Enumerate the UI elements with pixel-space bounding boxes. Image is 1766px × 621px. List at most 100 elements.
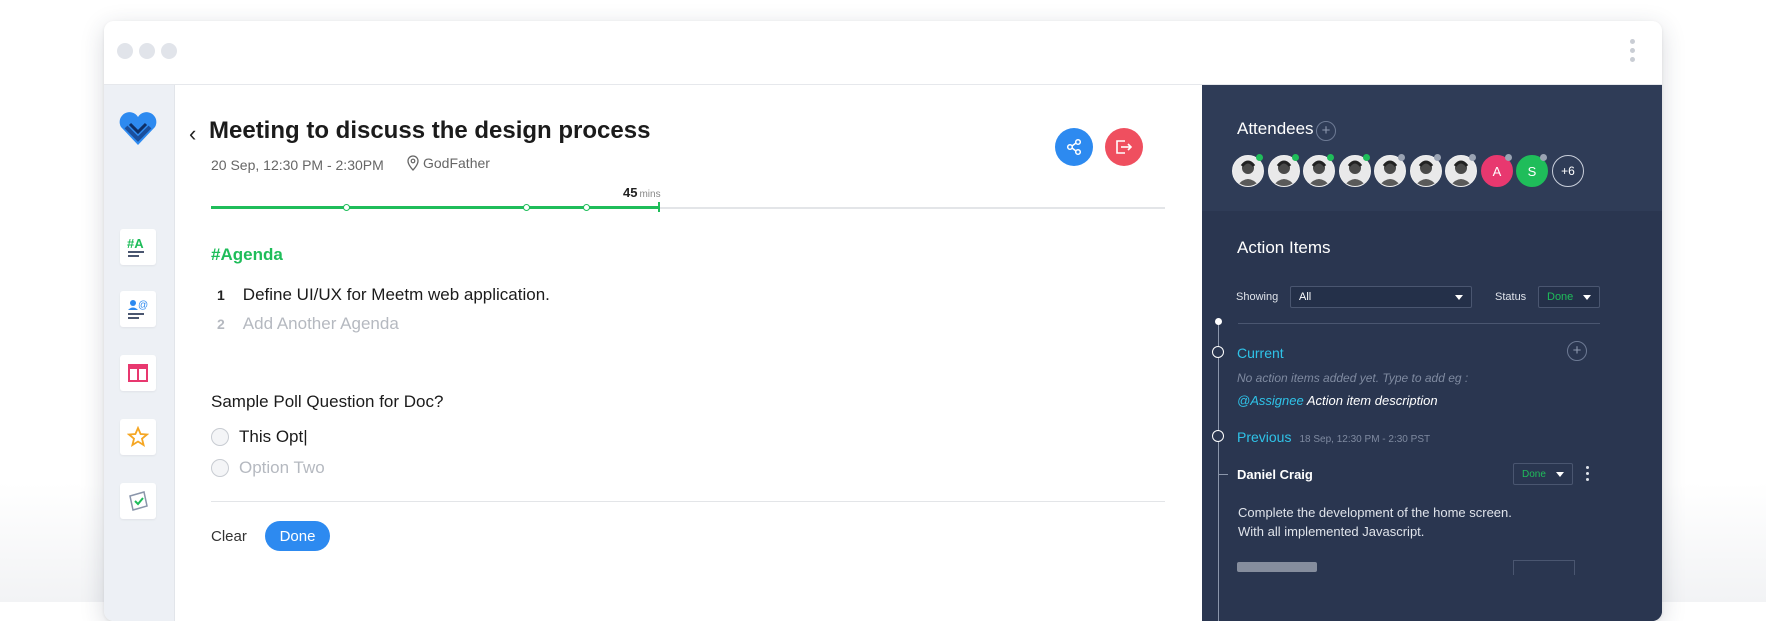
- previous-date: 18 Sep, 12:30 PM - 2:30 PST: [1299, 434, 1431, 445]
- back-chevron-icon[interactable]: ‹: [189, 121, 196, 147]
- attendee-status-dot: [1540, 154, 1547, 161]
- svg-text:@: @: [138, 300, 148, 311]
- attendee-status-dot: [1398, 154, 1405, 161]
- poll-option-one-text[interactable]: This Opt|: [239, 427, 308, 447]
- agenda-item[interactable]: 1 Define UI/UX for Meetm web application…: [217, 285, 550, 305]
- app-logo-icon: [118, 111, 158, 152]
- timeline-node-current: [1212, 346, 1224, 358]
- status-label: Status: [1495, 291, 1527, 303]
- showing-label: Showing: [1236, 291, 1279, 303]
- elapsed-minutes-value: 45: [623, 185, 638, 200]
- meeting-title: Meeting to discuss the design process: [209, 117, 651, 144]
- poll-divider: [211, 501, 1165, 502]
- progress-handle[interactable]: [658, 202, 660, 212]
- example-assignee: @Assignee: [1237, 393, 1304, 408]
- no-action-items-hint: No action items added yet. Type to add e…: [1237, 371, 1469, 385]
- meeting-progress-track: [211, 202, 1165, 212]
- poll-option-two-radio[interactable]: [211, 459, 229, 477]
- agenda-item-number: 1: [217, 287, 225, 303]
- add-attendee-icon[interactable]: +: [1316, 121, 1336, 141]
- example-description: Action item description: [1306, 393, 1438, 408]
- status-select-value: Done: [1547, 291, 1574, 303]
- poll-option-two-placeholder[interactable]: Option Two: [239, 458, 325, 478]
- action-items-title: Action Items: [1237, 238, 1331, 257]
- attendee-status-dot: [1327, 154, 1334, 161]
- agenda-marker[interactable]: [523, 204, 530, 211]
- poll-option-two[interactable]: Option Two: [211, 458, 325, 478]
- poll-question: Sample Poll Question for Doc?: [211, 392, 444, 411]
- next-action-item-assignee: [1237, 562, 1317, 572]
- right-panel: Attendees + A S +6 Action Items Showing Al…: [1202, 85, 1662, 621]
- meeting-datetime: 20 Sep, 12:30 PM - 2:30PM: [211, 157, 384, 173]
- attendee-status-dot: [1256, 154, 1263, 161]
- action-items-section: Action Items Showing All Status Done Cur…: [1202, 211, 1662, 621]
- location-text: GodFather: [423, 155, 490, 171]
- action-item-input[interactable]: @Assignee Action item description: [1237, 393, 1438, 408]
- action-item-description-line: With all implemented Javascript.: [1238, 524, 1425, 539]
- attendees-section: Attendees + A S +6: [1202, 85, 1662, 211]
- showing-select[interactable]: All: [1290, 286, 1472, 308]
- agenda-item-number: 2: [217, 316, 225, 332]
- timeline-start-dot: [1215, 318, 1222, 325]
- meeting-location: GodFather: [407, 155, 490, 171]
- action-item-description-line: Complete the development of the home scr…: [1238, 505, 1512, 520]
- clear-button[interactable]: Clear: [211, 528, 247, 545]
- window-menu-icon[interactable]: [1630, 39, 1636, 65]
- chevron-down-icon: [1556, 472, 1564, 477]
- action-item-status-select[interactable]: Done: [1513, 463, 1573, 485]
- window-titlebar: [104, 21, 1662, 85]
- sidebar-agenda-icon[interactable]: #A: [120, 229, 156, 265]
- sidebar-layout-icon[interactable]: [120, 355, 156, 391]
- poll-option-one[interactable]: This Opt|: [211, 427, 308, 447]
- showing-select-value: All: [1299, 291, 1312, 303]
- share-button[interactable]: [1055, 128, 1093, 166]
- timeline-branch: [1218, 474, 1228, 475]
- action-item-menu-icon[interactable]: [1586, 466, 1590, 481]
- done-button[interactable]: Done: [265, 521, 330, 551]
- poll-option-one-radio[interactable]: [211, 428, 229, 446]
- app-window: #A @ ‹ Meeting to discuss the design pro…: [104, 21, 1662, 621]
- attendee-status-dot: [1292, 154, 1299, 161]
- agenda-marker[interactable]: [583, 204, 590, 211]
- location-pin-icon: [407, 155, 419, 171]
- elapsed-minutes-unit: mins: [639, 189, 661, 200]
- add-agenda-item[interactable]: 2 Add Another Agenda: [217, 314, 399, 334]
- attendee-status-dot: [1434, 154, 1441, 161]
- meeting-main: ‹ Meeting to discuss the design process …: [175, 85, 1201, 621]
- current-label: Current: [1237, 345, 1284, 361]
- previous-label: Previous: [1237, 429, 1292, 445]
- chevron-down-icon: [1583, 295, 1591, 300]
- window-minimize-dot[interactable]: [139, 43, 155, 59]
- attendee-status-dot: [1363, 154, 1370, 161]
- agenda-item-text: Define UI/UX for Meetm web application.: [242, 285, 550, 304]
- svg-text:#A: #A: [127, 236, 144, 251]
- filter-divider: [1238, 323, 1600, 324]
- share-icon: [1066, 138, 1082, 156]
- window-close-dot[interactable]: [117, 43, 133, 59]
- attendees-title: Attendees: [1237, 119, 1314, 138]
- action-item-description: Complete the development of the home scr…: [1238, 503, 1512, 541]
- add-action-item-icon[interactable]: +: [1567, 341, 1587, 361]
- sidebar-tasks-icon[interactable]: [120, 483, 156, 519]
- attendee-status-dot: [1469, 154, 1476, 161]
- exit-meeting-button[interactable]: [1105, 128, 1143, 166]
- previous-header: Previous 18 Sep, 12:30 PM - 2:30 PST: [1237, 429, 1430, 445]
- add-agenda-placeholder: Add Another Agenda: [242, 314, 399, 333]
- sidebar-attendees-icon[interactable]: @: [120, 291, 156, 327]
- next-action-item-status-select[interactable]: [1513, 560, 1575, 575]
- attendee-status-dot: [1505, 154, 1512, 161]
- action-item-status-value: Done: [1522, 468, 1546, 480]
- sidebar-star-icon[interactable]: [120, 419, 156, 455]
- elapsed-minutes: 45 mins: [623, 185, 661, 200]
- status-select[interactable]: Done: [1538, 286, 1600, 308]
- sidebar: #A @: [104, 85, 175, 621]
- window-maximize-dot[interactable]: [161, 43, 177, 59]
- agenda-marker[interactable]: [343, 204, 350, 211]
- chevron-down-icon: [1455, 295, 1463, 300]
- timeline-node-previous: [1212, 430, 1224, 442]
- exit-icon: [1116, 140, 1133, 154]
- timeline-line: [1218, 321, 1219, 621]
- meeting-progress-fill: [211, 206, 659, 209]
- agenda-heading: #Agenda: [211, 245, 283, 264]
- more-attendees-badge[interactable]: +6: [1552, 155, 1584, 187]
